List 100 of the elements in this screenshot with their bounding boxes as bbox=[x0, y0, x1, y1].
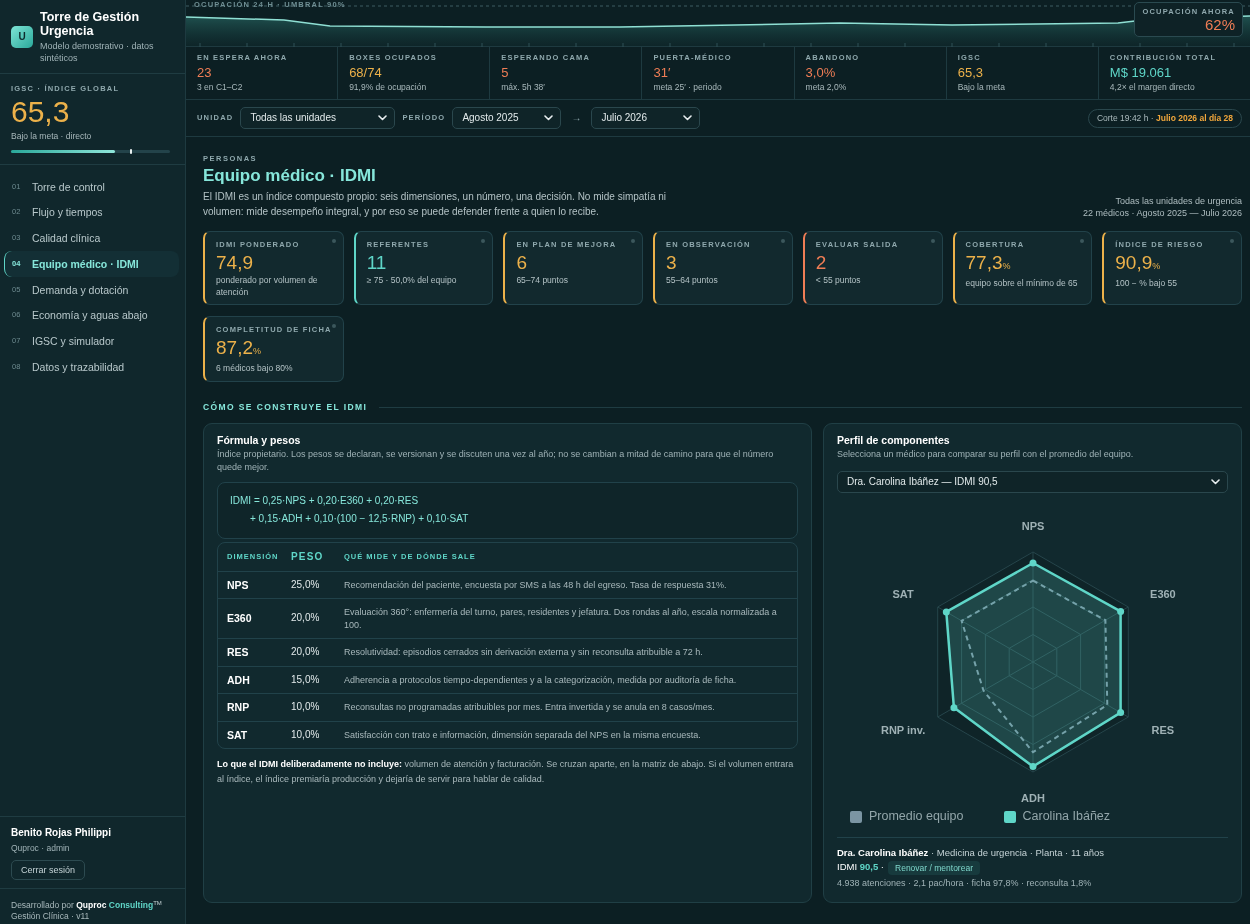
table-cell: Evaluación 360°: enfermería del turno, pares, residentes y jefatura. Dos rondas al año, escala normalizada a 100. bbox=[335, 598, 797, 639]
user-name: Benito Rojas Philippi bbox=[11, 826, 112, 839]
table-cell: Resolutividad: episodios cerrados sin derivación externa y sin reconsulta atribuible a 72 h. bbox=[335, 638, 797, 666]
panel-description: Índice propietario. Los pesos se declaran, se versionan y se discuten una vez al año; no se cambian a mitad de camino para que el número quede mejor. bbox=[217, 448, 775, 473]
section-heading: CÓMO SE CONSTRUYE EL IDMI bbox=[203, 400, 368, 414]
axis-label: RES bbox=[1151, 723, 1175, 736]
profile-point bbox=[1029, 762, 1037, 770]
occupancy-now-value: 62% bbox=[1203, 17, 1235, 33]
version-text: Gestión Clínica · v11 bbox=[11, 911, 91, 922]
kpi-note: 91,9% de ocupación bbox=[349, 82, 428, 93]
doctor-stats: 4.938 atenciones · 2,1 pac/hora · ficha 97,8% · reconsulta 1,8% bbox=[837, 876, 1093, 890]
dot-icon bbox=[331, 324, 336, 328]
profile-point bbox=[1117, 708, 1125, 716]
card-note: 6 médicos bajo 80% bbox=[216, 362, 294, 374]
table-cell: 15,0% bbox=[291, 666, 335, 694]
formula-line: IDMI = 0,25·NPS + 0,20·E360 + 0,20·RES bbox=[230, 494, 420, 508]
dot-icon bbox=[1230, 239, 1234, 243]
chevron-down-icon bbox=[378, 115, 388, 121]
axis-label: SAT bbox=[892, 587, 914, 600]
kpi-value: 3,0% bbox=[805, 65, 837, 81]
idmi-score: IDMI 90,5 · bbox=[837, 861, 884, 874]
kpi-note: meta 2,0% bbox=[805, 82, 848, 93]
page-description: El IDMI es un índice compuesto propio: seis dimensiones, un número, una decisión. No mide simpatía ni volumen: mide desempeño integral, y por eso se puede defender frente a quien lo recibe. bbox=[203, 190, 667, 219]
card-note: 65–74 puntos bbox=[516, 274, 569, 286]
formula-line: + 0,15·ADH + 0,10·(100 − 12,5·RNP) + 0,10·SAT bbox=[249, 512, 470, 526]
card-value: 77,3% bbox=[965, 252, 1012, 275]
target-marker-icon bbox=[130, 149, 133, 154]
table-cell: 20,0% bbox=[291, 598, 335, 639]
app-subtitle: Modelo demostrativo · datos sintéticos bbox=[40, 39, 155, 64]
logout-button[interactable]: Cerrar sesión bbox=[11, 860, 86, 880]
kpi-note: 3 en C1–C2 bbox=[197, 82, 244, 93]
card-note: ponderado por volumen de atención bbox=[216, 274, 319, 298]
range-separator: → bbox=[570, 111, 583, 125]
axis-label: ADH bbox=[1021, 791, 1045, 804]
card-value: 2 bbox=[815, 252, 828, 274]
legend-label: Promedio equipo bbox=[869, 808, 964, 825]
profile-point bbox=[1029, 559, 1037, 566]
footnote-text: Lo que el IDMI deliberadamente no incluye: volumen de atención y facturación. Se cruzan aparte, en la matriz de abajo. Si el volumen entrara al índice, el índice premiaría producción y dejaría de servir para hablar de calidad. bbox=[217, 758, 795, 786]
kpi-value: M$ 19.061 bbox=[1109, 65, 1173, 81]
dot-icon bbox=[780, 239, 785, 243]
card-note: ≥ 75 · 50,0% del equipo bbox=[366, 274, 458, 286]
card-value: 87,2% bbox=[216, 337, 262, 360]
axis-label: RNP inv. bbox=[881, 723, 926, 736]
app-logo: U bbox=[11, 25, 33, 48]
period-start-select[interactable]: Agosto 2025 bbox=[452, 107, 562, 129]
table-cell: NPS bbox=[218, 571, 291, 599]
card-value: 74,9 bbox=[216, 252, 254, 274]
page-title: Equipo médico · IDMI bbox=[203, 166, 377, 186]
dot-icon bbox=[1080, 239, 1085, 243]
card-note: 55–64 puntos bbox=[666, 274, 719, 286]
dot-icon bbox=[481, 239, 486, 243]
table-cell: ADH bbox=[218, 666, 291, 694]
dot-icon bbox=[631, 239, 636, 243]
doctor-select[interactable]: Dra. Carolina Ibáñez — IDMI 90,5 bbox=[837, 470, 1228, 493]
table-cell: 25,0% bbox=[291, 571, 335, 599]
panel-title: Perfil de componentes bbox=[837, 433, 951, 447]
dot-icon bbox=[331, 239, 336, 243]
kpi-value: 23 bbox=[197, 65, 213, 81]
table-cell: E360 bbox=[218, 598, 291, 639]
card-note: < 55 puntos bbox=[815, 274, 862, 286]
table-cell: Reconsultas no programadas atribuibles por mes. Entra invertida y se anula en 8 casos/mes. bbox=[335, 693, 797, 721]
profile-point bbox=[1117, 607, 1125, 615]
kpi-note: 4,2× el margen directo bbox=[1109, 82, 1196, 93]
axis-label: NPS bbox=[1021, 519, 1045, 532]
kpi-note: meta 25′ · periodo bbox=[653, 82, 723, 93]
table-cell: 20,0% bbox=[291, 638, 335, 666]
dot-icon bbox=[930, 239, 935, 243]
table-cell: RNP bbox=[218, 693, 291, 721]
panel-title: Fórmula y pesos bbox=[217, 433, 302, 447]
profile-point bbox=[950, 703, 958, 711]
card-value: 6 bbox=[516, 252, 528, 274]
index-value: 65,3 bbox=[11, 97, 71, 127]
card-value: 11 bbox=[366, 252, 388, 274]
card-note: equipo sobre el mínimo de 65 bbox=[965, 277, 1079, 289]
card-value: 3 bbox=[666, 252, 678, 274]
table-cell: SAT bbox=[218, 721, 291, 748]
table-cell: Satisfacción con trato e información, dimensión separada del NPS en la misma encuesta. bbox=[335, 721, 797, 748]
table-cell: 10,0% bbox=[291, 721, 335, 748]
doctor-summary: Dra. Carolina Ibáñez · Medicina de urgencia · Planta · 11 años bbox=[837, 845, 1105, 860]
legend-label: Carolina Ibáñez bbox=[1022, 808, 1111, 825]
kpi-value: 5 bbox=[501, 65, 510, 81]
user-role: Quproc · admin bbox=[11, 842, 71, 854]
kpi-note: Bajo la meta bbox=[957, 82, 1006, 93]
axis-label: E360 bbox=[1150, 587, 1176, 600]
scope-text: Todas las unidades de urgencia bbox=[1114, 195, 1242, 207]
kpi-value: 68/74 bbox=[349, 65, 383, 81]
unit-select[interactable]: Todas las unidades bbox=[240, 107, 396, 129]
period-end-select[interactable]: Julio 2026 bbox=[591, 107, 701, 129]
table-cell: 10,0% bbox=[291, 693, 335, 721]
card-value: 90,9% bbox=[1115, 252, 1162, 275]
recommendation-tag: Renovar / mentorear bbox=[888, 860, 980, 875]
credit-text: Desarrollado por Quproc Consulting$^{TM}$ bbox=[11, 899, 163, 911]
table-cell: RES bbox=[218, 638, 291, 666]
chevron-down-icon bbox=[683, 115, 693, 121]
kpi-note: máx. 5h 38′ bbox=[501, 82, 546, 93]
range-text: 22 médicos · Agosto 2025 — Julio 2026 bbox=[1082, 207, 1242, 219]
column-header: PESO bbox=[291, 543, 335, 571]
table-cell: Adherencia a protocolos tiempo-dependientes y a la categorización, medida por auditoría de ficha. bbox=[335, 666, 797, 694]
panel-description: Selecciona un médico para comparar su perfil con el promedio del equipo. bbox=[837, 448, 1135, 461]
kpi-value: 65,3 bbox=[957, 65, 984, 81]
